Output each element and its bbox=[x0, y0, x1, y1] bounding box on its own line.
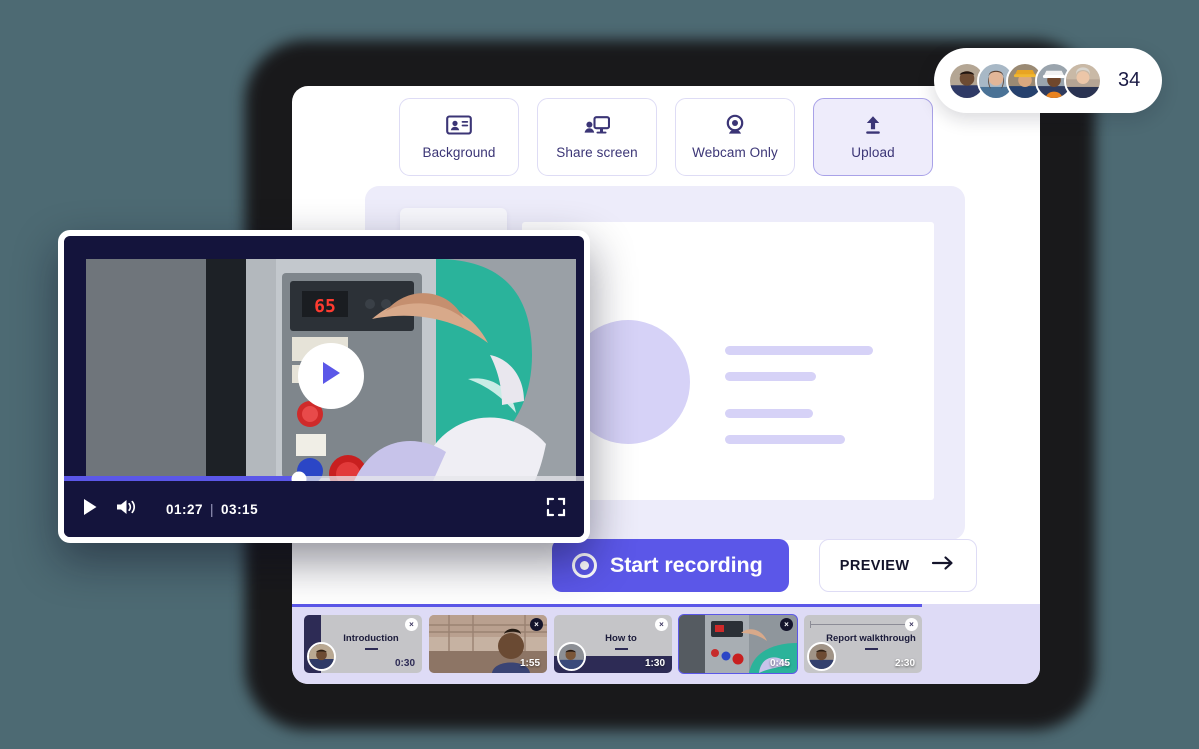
participants-pill[interactable]: 34 bbox=[934, 48, 1163, 113]
clip-close-icon[interactable]: × bbox=[780, 618, 793, 631]
total-time: 03:15 bbox=[221, 501, 259, 517]
svg-text:65: 65 bbox=[314, 296, 336, 317]
tool-button-label: Upload bbox=[851, 145, 895, 160]
timeline-progress-bar[interactable] bbox=[292, 604, 922, 607]
tool-button-share-screen[interactable]: Share screen bbox=[537, 98, 657, 176]
play-icon[interactable] bbox=[82, 498, 98, 521]
clip-ruler-guide bbox=[810, 621, 916, 628]
timeline-strip: Introduction 0:30 × 1:55 × How to 1:30 ×… bbox=[292, 604, 1040, 684]
clip-duration: 0:30 bbox=[394, 658, 415, 669]
clip-close-icon[interactable]: × bbox=[905, 618, 918, 631]
id-card-icon bbox=[446, 114, 472, 136]
arrow-right-icon bbox=[931, 555, 955, 576]
timeline-clip-selected[interactable]: 0:45 × bbox=[678, 614, 798, 674]
clip-duration: 1:55 bbox=[519, 658, 540, 669]
screenshot-root: Background Share screen Webcam Only Uplo… bbox=[0, 0, 1199, 749]
fullscreen-icon[interactable] bbox=[546, 497, 566, 522]
action-bar: Start recording PREVIEW bbox=[552, 539, 977, 592]
video-player: 65 01:27 | 03:15 bbox=[58, 230, 590, 543]
play-overlay-button[interactable] bbox=[298, 342, 364, 409]
clip-duration: 2:30 bbox=[894, 658, 915, 669]
time-separator: | bbox=[210, 501, 215, 517]
avatar-group bbox=[948, 61, 1102, 100]
share-screen-icon bbox=[584, 114, 611, 136]
clip-duration: 1:30 bbox=[644, 658, 665, 669]
play-icon bbox=[319, 360, 343, 391]
tool-button-label: Webcam Only bbox=[692, 145, 778, 160]
tool-button-background[interactable]: Background bbox=[399, 98, 519, 176]
clip-close-icon[interactable]: × bbox=[655, 618, 668, 631]
avatar bbox=[807, 642, 836, 671]
timeline-clip[interactable]: Introduction 0:30 × bbox=[304, 615, 422, 673]
volume-icon[interactable] bbox=[115, 498, 137, 521]
preview-button[interactable]: PREVIEW bbox=[818, 539, 977, 592]
start-recording-button[interactable]: Start recording bbox=[552, 539, 789, 592]
player-controls: 01:27 | 03:15 bbox=[64, 481, 584, 537]
webcam-icon bbox=[722, 114, 748, 136]
mode-toolbar: Background Share screen Webcam Only Uplo… bbox=[292, 98, 1040, 176]
slide-text-line bbox=[725, 346, 873, 355]
video-surface[interactable]: 65 bbox=[86, 259, 576, 492]
time-display: 01:27 | 03:15 bbox=[166, 502, 258, 517]
upload-icon bbox=[860, 114, 886, 136]
slide-text-line bbox=[725, 372, 816, 381]
preview-label: PREVIEW bbox=[839, 557, 910, 574]
participants-count: 34 bbox=[1118, 69, 1141, 91]
tool-button-label: Share screen bbox=[556, 145, 638, 160]
timeline-clip[interactable]: How to 1:30 × bbox=[554, 615, 672, 673]
record-dot-icon bbox=[572, 553, 597, 578]
avatar bbox=[307, 642, 336, 671]
clip-close-icon[interactable]: × bbox=[405, 618, 418, 631]
current-time: 01:27 bbox=[166, 501, 204, 517]
slide-text-line bbox=[725, 435, 845, 444]
tool-button-label: Background bbox=[422, 145, 496, 160]
avatar[interactable] bbox=[1064, 61, 1102, 100]
clip-duration: 0:45 bbox=[769, 658, 790, 669]
clip-list: Introduction 0:30 × 1:55 × How to 1:30 ×… bbox=[304, 614, 922, 674]
timeline-clip[interactable]: Report walkthrough 2:30 × bbox=[804, 615, 922, 673]
slide-text-line bbox=[725, 409, 813, 418]
timeline-clip[interactable]: 1:55 × bbox=[429, 615, 547, 673]
tool-button-webcam-only[interactable]: Webcam Only bbox=[675, 98, 795, 176]
tool-button-upload[interactable]: Upload bbox=[813, 98, 933, 176]
avatar bbox=[557, 642, 586, 671]
start-recording-label: Start recording bbox=[610, 553, 763, 577]
clip-close-icon[interactable]: × bbox=[530, 618, 543, 631]
